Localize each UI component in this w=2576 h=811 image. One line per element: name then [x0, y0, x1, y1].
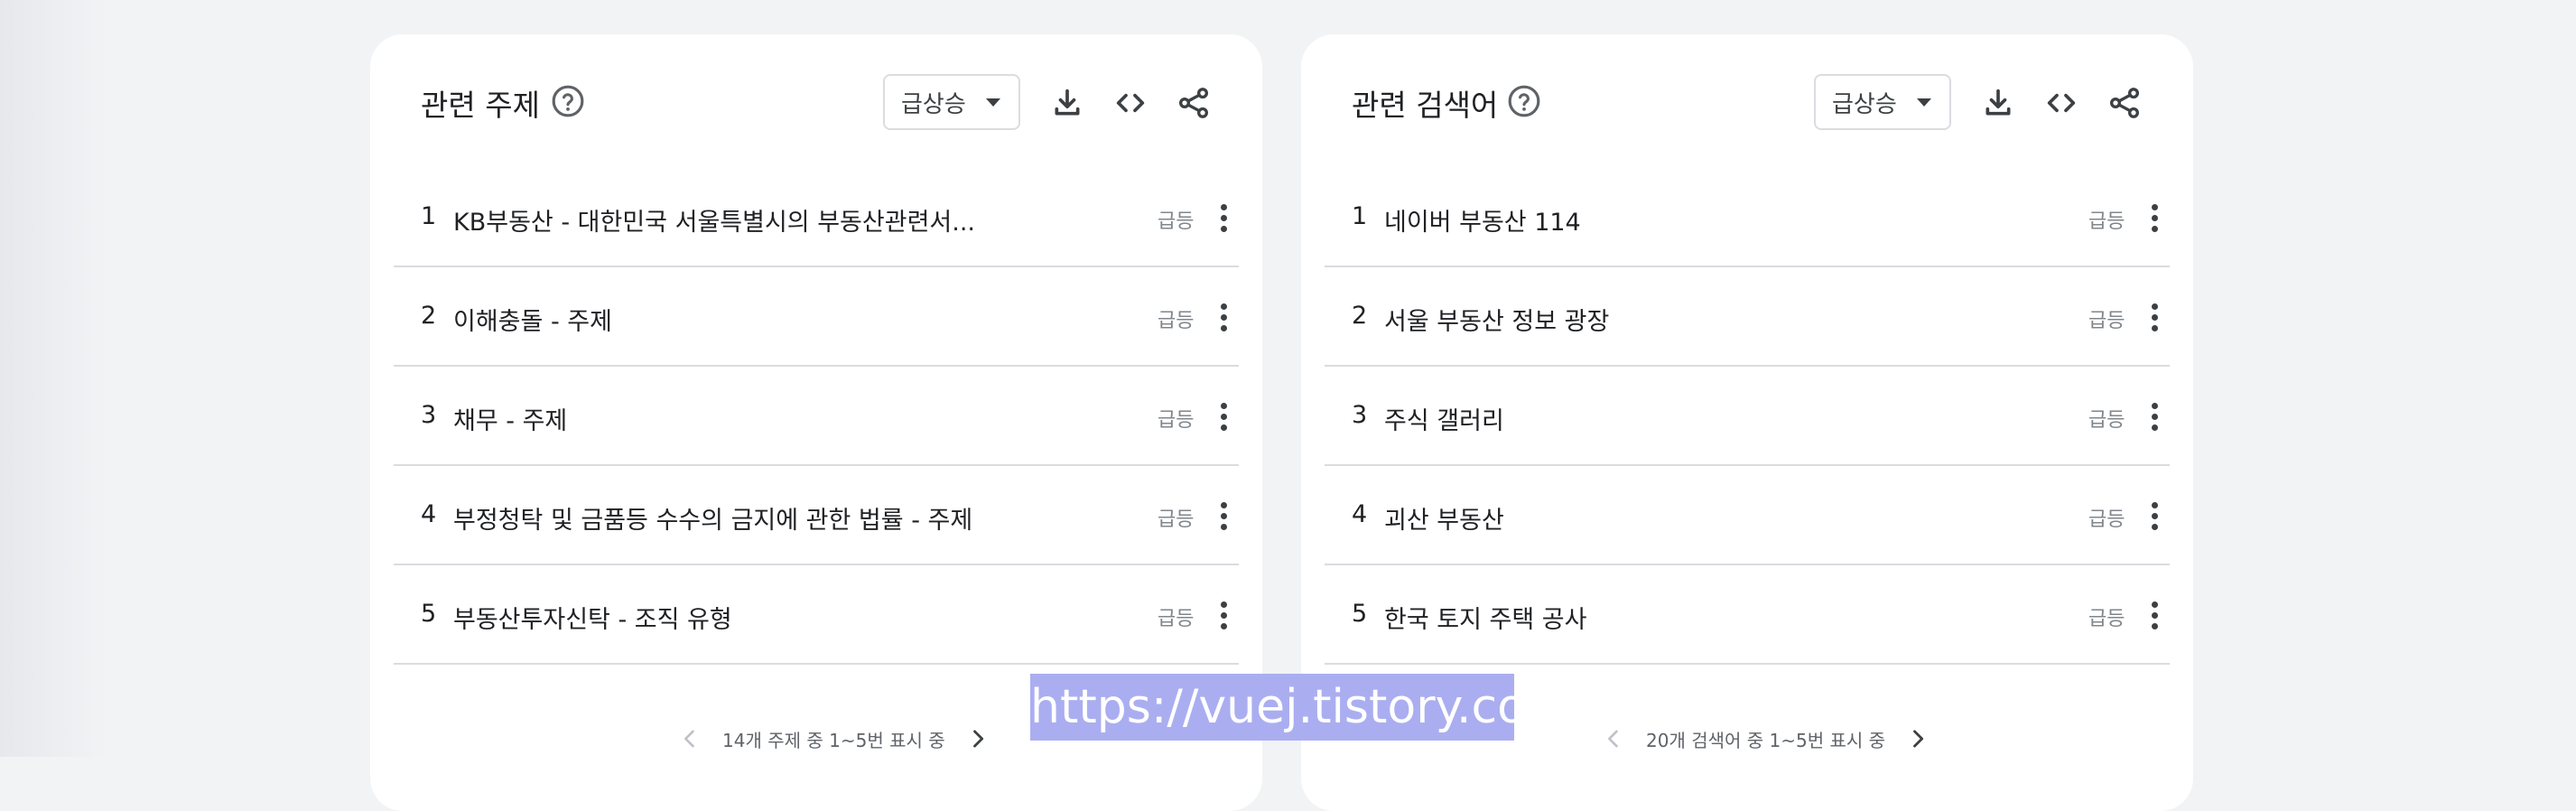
caret-down-icon — [1916, 98, 1931, 107]
status-badge: 급등 — [1158, 508, 1195, 531]
row-label[interactable]: KB부동산 - 대한민국 서울특별시의 부동산관련서... — [453, 202, 975, 238]
more-vert-icon[interactable] — [1215, 200, 1232, 237]
more-vert-icon[interactable] — [2146, 200, 2162, 237]
list-item: 4 괴산 부동산 급등 — [1325, 466, 2170, 565]
card-title: 관련 주제 — [421, 88, 540, 123]
list-item: 5 한국 토지 주택 공사 급등 — [1325, 565, 2170, 665]
more-vert-icon[interactable] — [1215, 598, 1232, 634]
more-vert-icon[interactable] — [1215, 300, 1232, 336]
status-badge: 급등 — [2088, 409, 2125, 432]
chevron-left-icon[interactable] — [1601, 726, 1626, 751]
filter-dropdown[interactable]: 급상승 — [1814, 74, 1951, 130]
row-label[interactable]: 네이버 부동산 114 — [1384, 202, 1581, 238]
more-vert-icon[interactable] — [1215, 399, 1232, 435]
sidebar-shadow — [0, 0, 108, 757]
row-rank: 4 — [421, 500, 437, 528]
status-badge: 급등 — [1158, 608, 1195, 630]
list-item: 2 서울 부동산 정보 광장 급등 — [1325, 267, 2170, 367]
pagination: 20개 검색어 중 1~5번 표시 중 — [1601, 721, 1930, 757]
more-vert-icon[interactable] — [2146, 598, 2162, 634]
row-label[interactable]: 채무 - 주제 — [453, 401, 567, 436]
status-badge: 급등 — [1158, 409, 1195, 432]
list-item: 1 네이버 부동산 114 급등 — [1325, 168, 2170, 267]
status-badge: 급등 — [2088, 508, 2125, 531]
pagination-label: 20개 검색어 중 1~5번 표시 중 — [1646, 729, 1886, 751]
more-vert-icon[interactable] — [2146, 300, 2162, 336]
filter-label: 급상승 — [1832, 90, 1897, 118]
watermark-url: https://vuej.tistory.com — [1030, 674, 1572, 741]
filter-label: 급상승 — [901, 90, 966, 118]
share-icon[interactable] — [1176, 85, 1212, 121]
list-item: 2 이해충돌 - 주제 급등 — [394, 267, 1239, 367]
row-rank: 1 — [1352, 202, 1368, 230]
row-label[interactable]: 부동산투자신탁 - 조직 유형 — [453, 600, 732, 635]
embed-code-icon[interactable] — [2043, 85, 2079, 121]
download-icon[interactable] — [1980, 85, 2016, 121]
row-label[interactable]: 괴산 부동산 — [1384, 500, 1504, 536]
filter-dropdown[interactable]: 급상승 — [883, 74, 1020, 130]
row-rank: 2 — [421, 302, 437, 330]
row-label[interactable]: 서울 부동산 정보 광장 — [1384, 302, 1609, 337]
card-title: 관련 검색어 — [1352, 88, 1499, 123]
row-label[interactable]: 부정청탁 및 금품등 수수의 금지에 관한 법률 - 주제 — [453, 500, 972, 536]
row-rank: 3 — [1352, 401, 1368, 429]
list-item: 3 주식 갤러리 급등 — [1325, 367, 2170, 466]
help-icon[interactable] — [1507, 84, 1541, 118]
caret-down-icon — [985, 98, 1000, 107]
list-item: 4 부정청탁 및 금품등 수수의 금지에 관한 법률 - 주제 급등 — [394, 466, 1239, 565]
row-rank: 5 — [421, 600, 437, 628]
row-label[interactable]: 한국 토지 주택 공사 — [1384, 600, 1586, 635]
list-item: 3 채무 - 주제 급등 — [394, 367, 1239, 466]
embed-code-icon[interactable] — [1112, 85, 1149, 121]
download-icon[interactable] — [1049, 85, 1085, 121]
more-vert-icon[interactable] — [2146, 499, 2162, 535]
list-item: 1 KB부동산 - 대한민국 서울특별시의 부동산관련서... 급등 — [394, 168, 1239, 267]
pagination-label: 14개 주제 중 1~5번 표시 중 — [722, 729, 945, 751]
status-badge: 급등 — [1158, 310, 1195, 332]
row-rank: 5 — [1352, 600, 1368, 628]
status-badge: 급등 — [2088, 210, 2125, 233]
status-badge: 급등 — [2088, 608, 2125, 630]
chevron-right-icon[interactable] — [965, 726, 990, 751]
row-rank: 1 — [421, 202, 437, 230]
chevron-left-icon[interactable] — [677, 726, 702, 751]
more-vert-icon[interactable] — [1215, 499, 1232, 535]
status-badge: 급등 — [2088, 310, 2125, 332]
help-icon[interactable] — [551, 84, 585, 118]
row-label[interactable]: 주식 갤러리 — [1384, 401, 1504, 436]
list-item: 5 부동산투자신탁 - 조직 유형 급등 — [394, 565, 1239, 665]
row-rank: 3 — [421, 401, 437, 429]
row-label[interactable]: 이해충돌 - 주제 — [453, 302, 612, 337]
row-rank: 4 — [1352, 500, 1368, 528]
more-vert-icon[interactable] — [2146, 399, 2162, 435]
chevron-right-icon[interactable] — [1905, 726, 1930, 751]
status-badge: 급등 — [1158, 210, 1195, 233]
share-icon[interactable] — [2106, 85, 2143, 121]
pagination: 14개 주제 중 1~5번 표시 중 — [677, 721, 990, 757]
row-rank: 2 — [1352, 302, 1368, 330]
